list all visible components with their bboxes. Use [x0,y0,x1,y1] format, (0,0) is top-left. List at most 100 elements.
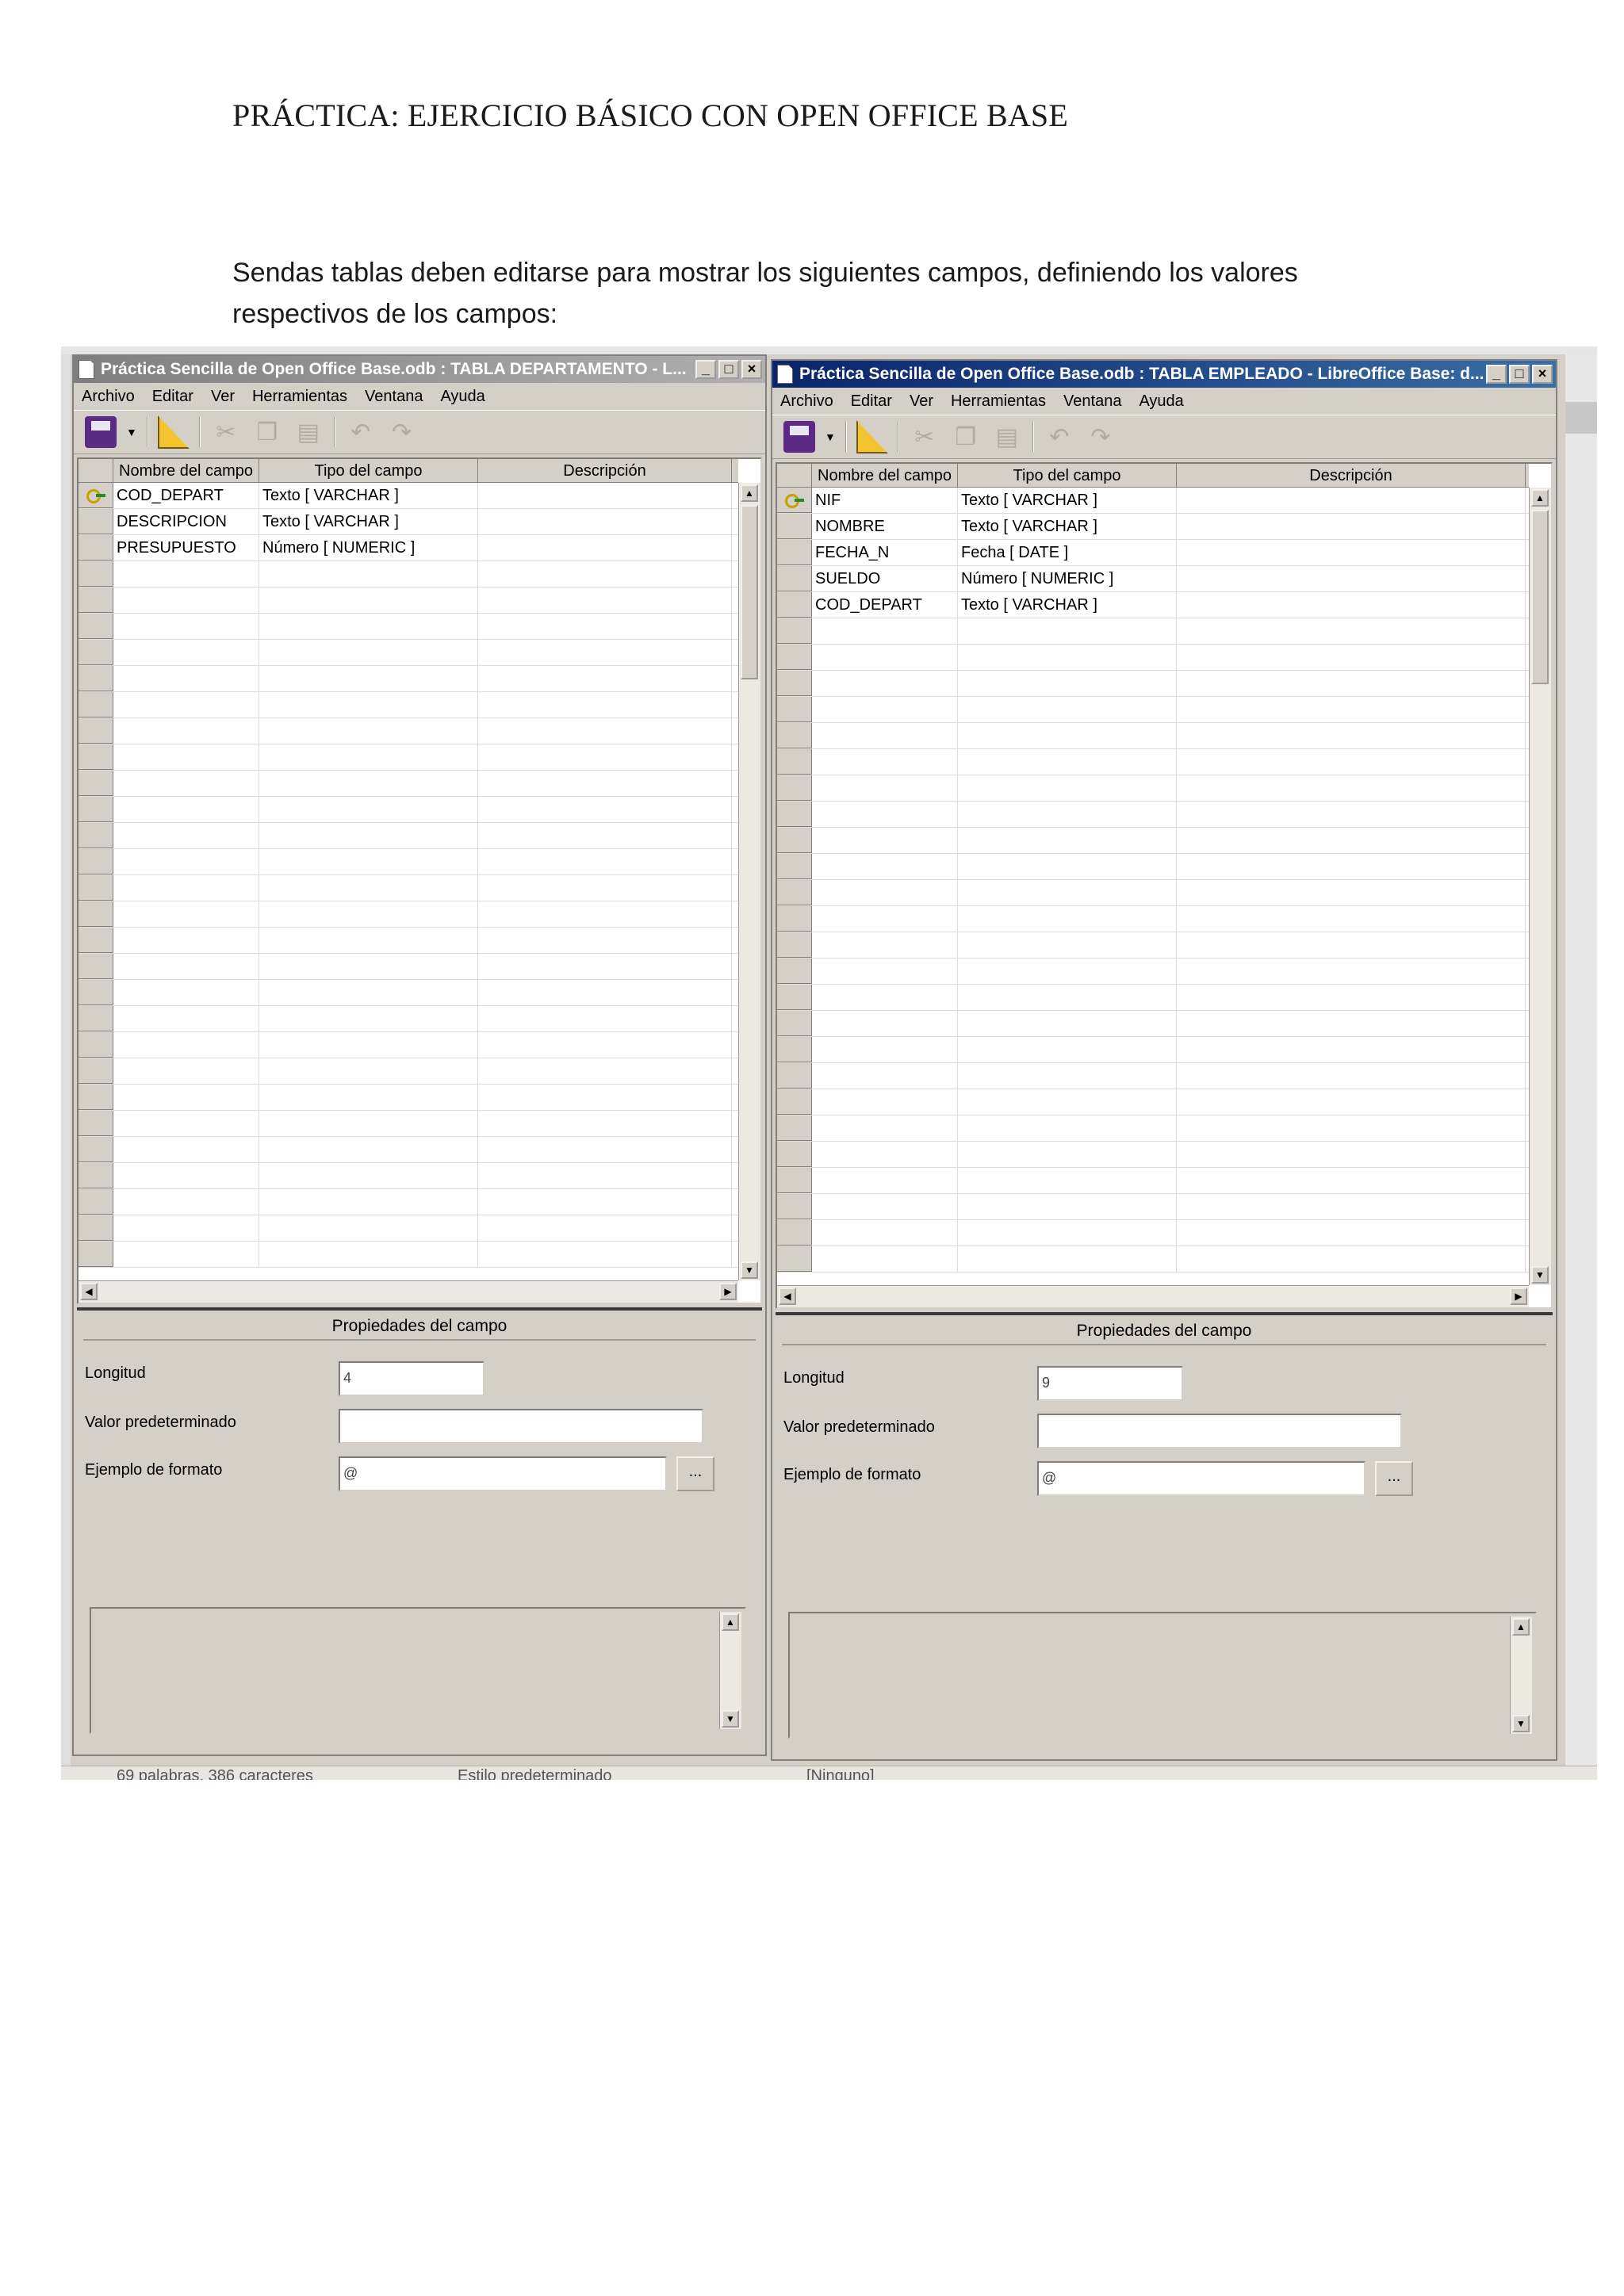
row-header[interactable] [777,1246,812,1272]
pane-splitter[interactable] [776,1312,1553,1315]
field-description-cell[interactable] [478,640,732,665]
field-description-cell[interactable] [478,666,732,691]
field-description-cell[interactable] [478,744,732,770]
field-description-cell[interactable] [478,614,732,639]
field-name-cell[interactable] [113,692,259,718]
table-row[interactable] [777,1194,1529,1220]
field-name-cell[interactable] [113,1189,259,1215]
row-header[interactable] [777,1168,812,1193]
table-row[interactable] [777,1063,1529,1089]
copy-icon[interactable]: ❐ [950,421,982,453]
window-tabla-departamento[interactable]: Práctica Sencilla de Open Office Base.od… [72,354,767,1756]
field-name-cell[interactable] [113,1006,259,1031]
paste-icon[interactable]: ▤ [293,416,324,448]
row-header[interactable] [777,906,812,932]
table-row[interactable] [777,1089,1529,1115]
menu-ver[interactable]: Ver [910,392,933,411]
field-name-cell[interactable] [812,828,958,853]
menu-ver[interactable]: Ver [211,388,235,406]
save-dropdown-icon[interactable]: ▼ [825,430,836,443]
row-header[interactable] [79,509,113,534]
field-name-cell[interactable] [113,901,259,927]
row-header[interactable] [777,697,812,722]
field-name-cell[interactable] [812,1246,958,1272]
scroll-up-icon[interactable]: ▲ [1531,489,1549,507]
maximize-button[interactable]: □ [1509,365,1530,384]
row-header[interactable] [777,880,812,905]
field-description-cell[interactable] [1177,514,1526,539]
row-header[interactable] [79,561,113,587]
row-header[interactable] [79,1032,113,1058]
table-row[interactable] [777,880,1529,906]
field-type-cell[interactable] [259,587,478,613]
scroll-thumb[interactable] [741,505,758,679]
field-name-cell[interactable]: FECHA_N [812,540,958,565]
field-description-cell[interactable] [1177,1142,1526,1167]
field-type-cell[interactable] [259,692,478,718]
field-type-cell[interactable] [259,823,478,848]
table-row[interactable] [79,744,738,771]
field-name-cell[interactable] [113,1242,259,1267]
row-header[interactable] [79,1189,113,1215]
field-type-cell[interactable] [259,666,478,691]
table-row[interactable]: FECHA_N Fecha [ DATE ] [777,540,1529,566]
field-description-cell[interactable] [478,718,732,744]
field-name-cell[interactable] [113,875,259,901]
field-name-cell[interactable] [113,1058,259,1084]
table-row[interactable] [777,697,1529,723]
field-name-cell[interactable] [812,1037,958,1062]
field-description-cell[interactable] [478,797,732,822]
field-description-cell[interactable] [478,483,732,508]
field-type-cell[interactable] [259,561,478,587]
field-type-cell[interactable] [259,875,478,901]
row-header[interactable] [79,901,113,927]
field-name-cell[interactable] [113,771,259,796]
vertical-scrollbar[interactable]: ▲ ▼ [738,483,760,1280]
field-name-cell[interactable] [812,1168,958,1193]
field-description-cell[interactable] [478,1163,732,1188]
field-name-cell[interactable] [113,954,259,979]
field-description-cell[interactable] [478,561,732,587]
field-type-cell[interactable] [259,901,478,927]
field-type-cell[interactable] [958,1115,1177,1141]
table-row[interactable] [79,928,738,954]
row-header[interactable] [777,1089,812,1115]
row-header[interactable] [777,1220,812,1246]
length-input[interactable]: 9 [1037,1366,1183,1401]
field-description-cell[interactable] [1177,1089,1526,1115]
table-row[interactable]: PRESUPUESTO Número [ NUMERIC ] [79,535,738,561]
menu-herramientas[interactable]: Herramientas [252,388,347,406]
table-row[interactable] [777,723,1529,749]
field-description-cell[interactable] [478,1058,732,1084]
row-header[interactable] [79,483,113,508]
row-header[interactable] [79,718,113,744]
row-header[interactable] [777,645,812,670]
row-header[interactable] [79,875,113,901]
field-name-cell[interactable]: DESCRIPCION [113,509,259,534]
table-row[interactable]: NIF Texto [ VARCHAR ] [777,488,1529,514]
field-description-cell[interactable] [1177,959,1526,984]
save-icon[interactable] [783,421,815,453]
table-row[interactable] [79,875,738,901]
pane-splitter[interactable] [77,1307,762,1311]
field-description-cell[interactable] [478,875,732,901]
field-name-cell[interactable] [812,645,958,670]
row-header[interactable] [79,1242,113,1267]
table-row[interactable] [79,666,738,692]
field-description-cell[interactable] [1177,880,1526,905]
redo-icon[interactable]: ↷ [386,416,418,448]
scroll-down-icon[interactable]: ▼ [741,1261,758,1279]
menu-ayuda[interactable]: Ayuda [440,388,485,406]
field-description-cell[interactable] [1177,671,1526,696]
field-type-cell[interactable] [958,1089,1177,1115]
field-name-cell[interactable]: COD_DEPART [812,592,958,618]
table-row[interactable]: SUELDO Número [ NUMERIC ] [777,566,1529,592]
default-value-input[interactable] [339,1409,703,1444]
title-bar[interactable]: Práctica Sencilla de Open Office Base.od… [772,361,1556,388]
field-type-cell[interactable] [259,1058,478,1084]
field-description-cell[interactable] [1177,488,1526,513]
table-row[interactable] [79,823,738,849]
field-type-cell[interactable] [259,1189,478,1215]
field-description-cell[interactable] [1177,932,1526,958]
field-description-cell[interactable] [478,1006,732,1031]
